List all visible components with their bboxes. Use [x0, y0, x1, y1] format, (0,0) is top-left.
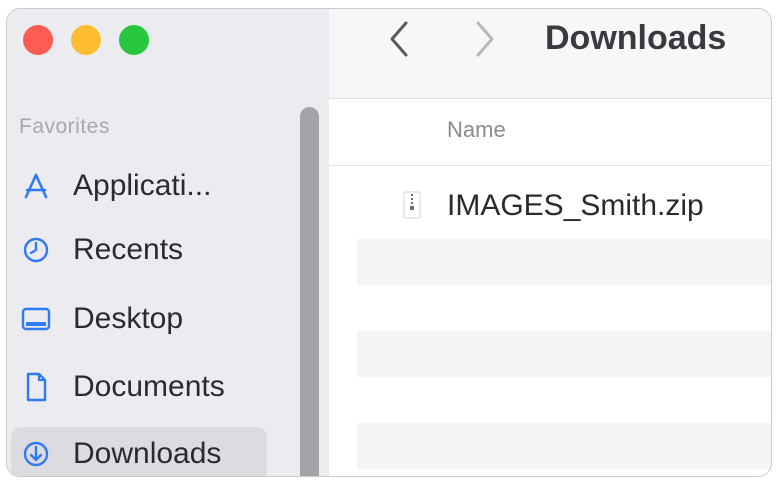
window-title: Downloads	[545, 19, 727, 57]
sidebar-item-label: Recents	[73, 233, 184, 266]
sidebar-item-documents[interactable]: Documents	[7, 360, 263, 414]
sidebar-item-label: Desktop	[73, 302, 184, 335]
sidebar-item-label: Applicati...	[73, 169, 212, 202]
desktop-icon	[19, 302, 53, 336]
column-header-row: Name	[329, 99, 771, 166]
list-stripe	[357, 239, 771, 285]
sidebar-item-desktop[interactable]: Desktop	[7, 292, 263, 346]
sidebar-item-downloads[interactable]: Downloads	[11, 427, 267, 476]
download-icon	[19, 437, 53, 471]
list-item[interactable]: IMAGES_Smith.zip	[329, 175, 771, 237]
zip-file-icon	[401, 191, 423, 219]
toolbar: Downloads	[329, 9, 771, 99]
zoom-button[interactable]	[119, 25, 149, 55]
applications-icon	[19, 169, 53, 203]
column-header-name[interactable]: Name	[447, 117, 506, 143]
close-button[interactable]	[23, 25, 53, 55]
minimize-button[interactable]	[71, 25, 101, 55]
back-button[interactable]	[379, 17, 419, 65]
list-stripe	[357, 331, 771, 377]
sidebar-section-favorites: Favorites	[19, 115, 110, 138]
file-name: IMAGES_Smith.zip	[447, 189, 704, 222]
sidebar-item-label: Downloads	[73, 437, 222, 470]
list-stripe	[357, 423, 771, 469]
forward-button[interactable]	[465, 17, 505, 65]
document-icon	[19, 370, 53, 404]
sidebar-item-recents[interactable]: Recents	[7, 223, 263, 277]
clock-icon	[19, 233, 53, 267]
sidebar: Favorites Applicati... Recents Desktop D…	[7, 9, 329, 476]
sidebar-item-applications[interactable]: Applicati...	[7, 159, 263, 213]
sidebar-scrollbar[interactable]	[300, 107, 319, 476]
sidebar-item-label: Documents	[73, 370, 225, 403]
main-content: Downloads Name IMAGES_Smith.zip	[329, 9, 771, 476]
chevron-left-icon	[386, 19, 412, 64]
chevron-right-icon	[472, 19, 498, 64]
window-controls	[23, 25, 149, 55]
finder-window: Favorites Applicati... Recents Desktop D…	[6, 8, 772, 477]
